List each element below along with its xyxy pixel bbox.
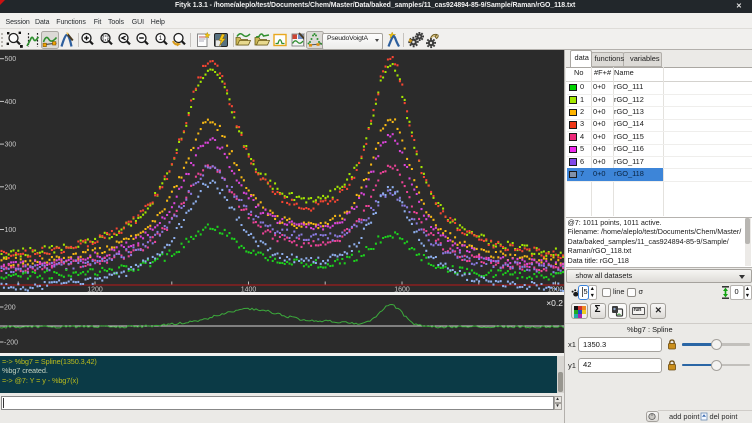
- svg-text:300: 300: [5, 142, 17, 149]
- svg-text:-200: -200: [4, 340, 18, 347]
- svg-text:400: 400: [5, 99, 17, 106]
- svg-text:500: 500: [5, 56, 17, 63]
- svg-text:100: 100: [5, 227, 17, 234]
- svg-text:1: 1: [158, 35, 162, 42]
- svg-text:200: 200: [4, 305, 16, 312]
- svg-text:×0.2: ×0.2: [546, 298, 563, 308]
- svg-text:200: 200: [5, 184, 17, 191]
